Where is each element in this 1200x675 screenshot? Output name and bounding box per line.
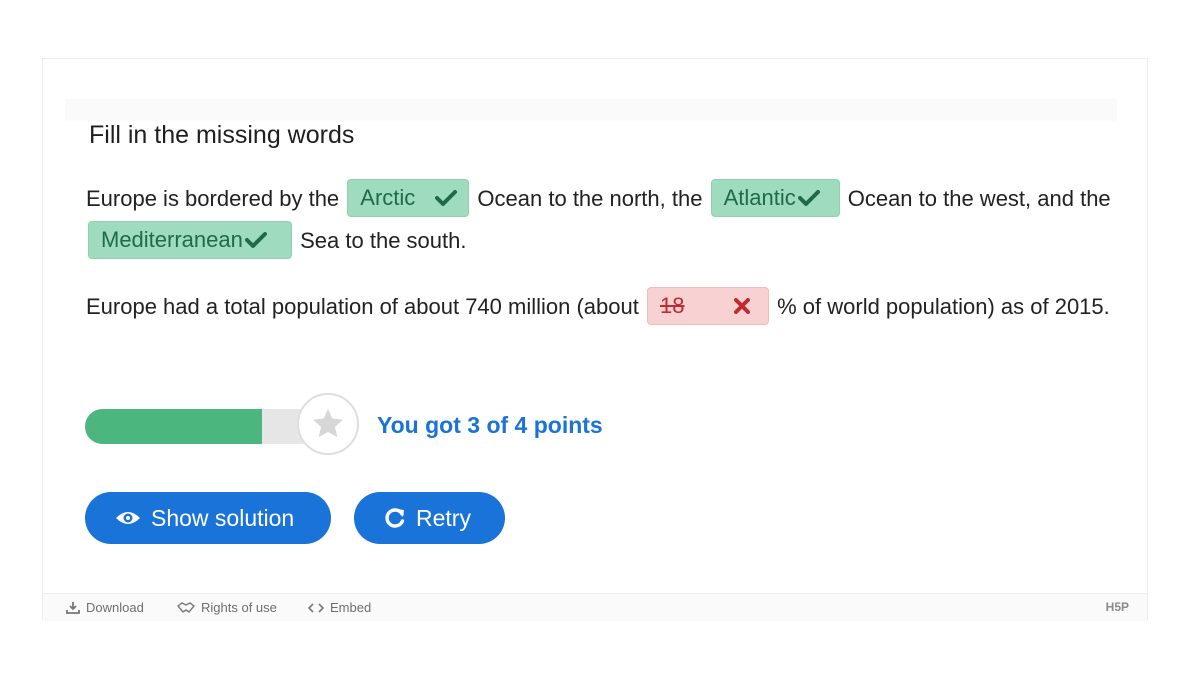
footer-bar: Download Rights of use Embed H5P <box>43 593 1147 621</box>
question-paragraph-1: Europe is bordered by the Arctic Ocean t… <box>86 178 1116 262</box>
handshake-icon <box>177 601 195 614</box>
text-segment: Sea to the south. <box>300 228 467 253</box>
cross-icon <box>734 298 751 315</box>
download-icon <box>66 601 80 614</box>
show-solution-label: Show solution <box>151 504 295 531</box>
h5p-content-card: Fill in the missing words Europe is bord… <box>42 58 1148 621</box>
rights-label: Rights of use <box>201 600 277 615</box>
check-icon <box>435 189 458 207</box>
eye-icon <box>115 509 141 527</box>
rights-of-use-link[interactable]: Rights of use <box>177 600 277 615</box>
h5p-logo[interactable]: H5P <box>1106 600 1129 614</box>
text-segment: % of world population) as of 2015. <box>777 294 1110 319</box>
task-title: Fill in the missing words <box>89 121 355 149</box>
text-segment: Ocean to the west, and the <box>847 186 1111 211</box>
blank-arctic[interactable]: Arctic <box>347 179 470 218</box>
score-progress <box>85 393 365 455</box>
question-paragraph-2: Europe had a total population of about 7… <box>86 286 1116 328</box>
blank-answer: Arctic <box>360 185 416 211</box>
check-icon <box>797 189 820 207</box>
score-bar-fill <box>85 409 262 444</box>
score-text: You got 3 of 4 points <box>377 412 603 438</box>
retry-label: Retry <box>416 504 471 531</box>
blank-atlantic[interactable]: Atlantic <box>710 179 840 218</box>
blank-answer: 18 <box>659 293 685 319</box>
blank-answer: Mediterranean <box>101 227 243 253</box>
text-segment: Europe had a total population of about 7… <box>86 294 639 319</box>
header-band <box>65 99 1117 121</box>
download-label: Download <box>86 600 144 615</box>
star-icon <box>297 393 359 455</box>
retry-icon <box>384 507 406 529</box>
show-solution-button[interactable]: Show solution <box>85 492 331 544</box>
blank-population-percent[interactable]: 18 <box>646 287 769 326</box>
blank-mediterranean[interactable]: Mediterranean <box>88 221 292 260</box>
blank-answer: Atlantic <box>723 185 796 211</box>
text-segment: Europe is bordered by the <box>86 186 340 211</box>
embed-label: Embed <box>330 600 372 615</box>
embed-link[interactable]: Embed <box>308 600 371 615</box>
check-icon <box>244 231 267 249</box>
text-segment: Ocean to the north, the <box>477 186 703 211</box>
score-bar <box>85 409 321 444</box>
code-icon <box>308 602 324 613</box>
retry-button[interactable]: Retry <box>354 492 505 544</box>
download-link[interactable]: Download <box>66 600 144 615</box>
